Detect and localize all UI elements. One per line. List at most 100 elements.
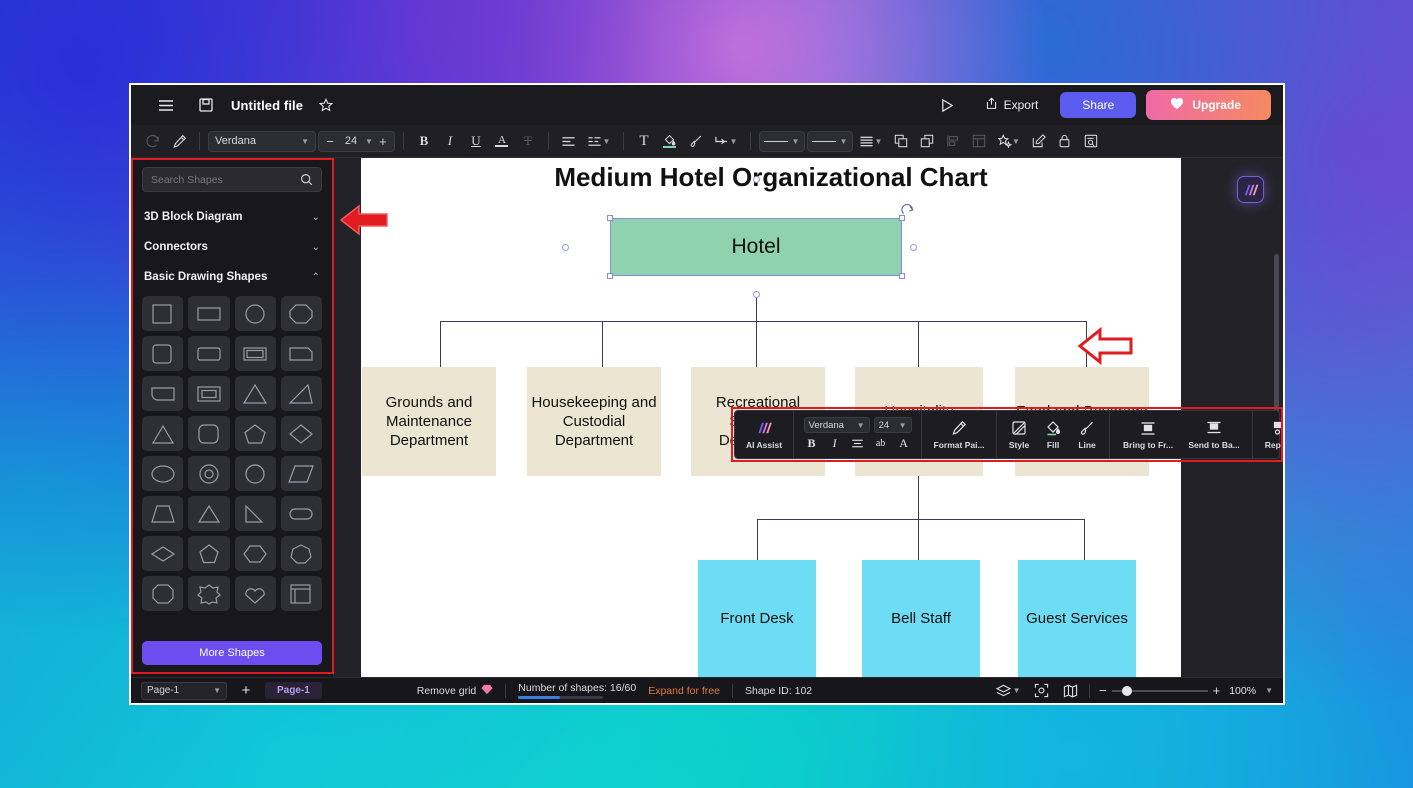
shape-item-hexagon[interactable] (234, 536, 276, 571)
ctx-font-family-select[interactable]: Verdana ▼ (803, 417, 870, 433)
shape-item-circle-in-square[interactable] (234, 456, 276, 491)
shape-item-triangle-3[interactable] (188, 496, 230, 531)
text-box-button[interactable]: T (632, 129, 656, 153)
export-button[interactable]: Export (973, 92, 1051, 118)
connect-point-left[interactable] (562, 244, 569, 251)
shape-item-pentagon-2[interactable] (188, 536, 230, 571)
shape-item-rounded-square[interactable] (142, 336, 184, 371)
format-painter-icon[interactable] (167, 129, 191, 153)
bring-to-front-icon[interactable] (889, 129, 913, 153)
font-size-increase[interactable]: + (376, 134, 390, 149)
ctx-font-color-button[interactable]: A (894, 435, 913, 452)
present-icon[interactable] (933, 92, 963, 118)
shape-item-rectangle[interactable] (188, 296, 230, 331)
shape-item-rect-inner[interactable] (234, 336, 276, 371)
chevron-down-icon[interactable]: ▼ (1265, 686, 1273, 695)
shape-item-octagon-2[interactable] (142, 576, 184, 611)
shape-item-diagonal-line[interactable] (234, 496, 276, 531)
shape-item-corner-frame[interactable] (280, 576, 322, 611)
strikethrough-button[interactable]: T (516, 129, 540, 153)
canvas-area[interactable]: Medium Hotel Organizational Chart Hotel (334, 158, 1283, 677)
node-housekeeping-custodial[interactable]: Housekeeping and Custodial Department (527, 367, 661, 476)
shape-item-rhombus[interactable] (142, 536, 184, 571)
ctx-font-size-select[interactable]: 24 ▼ (873, 417, 912, 433)
zoom-value[interactable]: 100% (1229, 685, 1256, 697)
add-page-button[interactable]: + (235, 682, 257, 700)
node-bell-staff[interactable]: Bell Staff (862, 560, 980, 677)
shape-item-circle[interactable] (234, 296, 276, 331)
format-painter-button[interactable]: Format Pai... (929, 418, 989, 452)
fill-bucket-icon[interactable] (658, 129, 682, 153)
line-button[interactable]: Line (1072, 418, 1102, 452)
shape-item-rounded-square-2[interactable] (188, 416, 230, 451)
effects-icon[interactable]: ▼ (993, 129, 1025, 153)
zoom-out-button[interactable]: − (1099, 683, 1107, 698)
shape-item-heptagon[interactable] (280, 536, 322, 571)
replace-button[interactable]: Replace (1260, 418, 1283, 452)
search-icon[interactable] (300, 173, 313, 186)
shape-item-cloud[interactable] (234, 576, 276, 611)
align-left-icon[interactable] (557, 129, 581, 153)
page-tab-1[interactable]: Page-1 (265, 682, 322, 699)
text-options-icon[interactable]: ▼ (583, 129, 615, 153)
chevron-down-icon[interactable]: ▼ (365, 137, 373, 146)
more-shapes-button[interactable]: More Shapes (142, 641, 322, 665)
ai-assist-button[interactable]: AI Assist (742, 418, 786, 452)
font-size-decrease[interactable]: − (323, 134, 337, 149)
brush-icon[interactable] (684, 129, 708, 153)
redo-icon[interactable] (141, 129, 165, 153)
send-to-back-icon[interactable] (915, 129, 939, 153)
shape-item-rounded-rectangle[interactable] (188, 336, 230, 371)
shape-item-trapezoid[interactable] (142, 496, 184, 531)
shape-item-rounded-rect-2[interactable] (280, 336, 322, 371)
node-hotel[interactable]: Hotel (611, 219, 901, 275)
shape-category-basic-drawing-shapes[interactable]: Basic Drawing Shapes ⌃ (142, 262, 322, 292)
node-guest-services[interactable]: Guest Services (1018, 560, 1136, 677)
lock-icon[interactable] (1053, 129, 1077, 153)
shape-item-pentagon[interactable] (234, 416, 276, 451)
ai-logo-icon[interactable] (1237, 176, 1264, 203)
shape-item-right-triangle[interactable] (280, 376, 322, 411)
list-icon[interactable]: ▼ (855, 129, 887, 153)
shape-item-stadium[interactable] (280, 496, 322, 531)
bring-to-front-button[interactable]: Bring to Fr... (1117, 418, 1179, 452)
shape-item-triangle[interactable] (234, 376, 276, 411)
remove-grid-button[interactable]: Remove grid (417, 682, 494, 700)
save-icon[interactable] (193, 92, 219, 118)
distribute-icon[interactable] (941, 129, 965, 153)
node-front-desk[interactable]: Front Desk (698, 560, 816, 677)
shape-item-parallelogram[interactable] (280, 456, 322, 491)
zoom-track[interactable] (1111, 685, 1208, 696)
upgrade-button[interactable]: Upgrade (1146, 90, 1271, 120)
italic-button[interactable]: I (438, 129, 462, 153)
hamburger-menu-icon[interactable] (153, 92, 179, 118)
connector-icon[interactable]: ▼ (710, 129, 742, 153)
shape-item-star-burst[interactable] (188, 576, 230, 611)
ctx-align-icon[interactable] (848, 435, 867, 452)
shape-item-triangle-2[interactable] (142, 416, 184, 451)
expand-for-free-link[interactable]: Expand for free (648, 685, 720, 697)
table-icon[interactable] (967, 129, 991, 153)
font-color-button[interactable]: A (490, 129, 514, 153)
rotate-handle-icon[interactable] (901, 203, 915, 223)
page-select[interactable]: Page-1 ▼ (141, 681, 227, 700)
share-button[interactable]: Share (1060, 92, 1137, 118)
bold-button[interactable]: B (412, 129, 436, 153)
ctx-italic-button[interactable]: I (825, 435, 844, 452)
search-shapes-box[interactable] (142, 167, 322, 192)
shape-item-ellipse[interactable] (142, 456, 184, 491)
line-color-select[interactable]: ▼ (806, 130, 853, 152)
fill-button[interactable]: Fill (1038, 418, 1068, 452)
focus-icon[interactable] (1031, 682, 1051, 700)
shape-item-nested-rect[interactable] (188, 376, 230, 411)
font-family-select[interactable]: Verdana ▼ (208, 130, 316, 152)
shape-item-donut[interactable] (188, 456, 230, 491)
star-icon[interactable] (313, 92, 339, 118)
shape-item-octagon[interactable] (280, 296, 322, 331)
connect-point-right[interactable] (910, 244, 917, 251)
line-weight-select[interactable]: ▼ (758, 130, 805, 152)
layers-icon[interactable]: ▼ (994, 682, 1022, 700)
edit-icon[interactable] (1027, 129, 1051, 153)
zoom-knob[interactable] (1121, 685, 1132, 696)
minimap-icon[interactable] (1060, 682, 1080, 700)
